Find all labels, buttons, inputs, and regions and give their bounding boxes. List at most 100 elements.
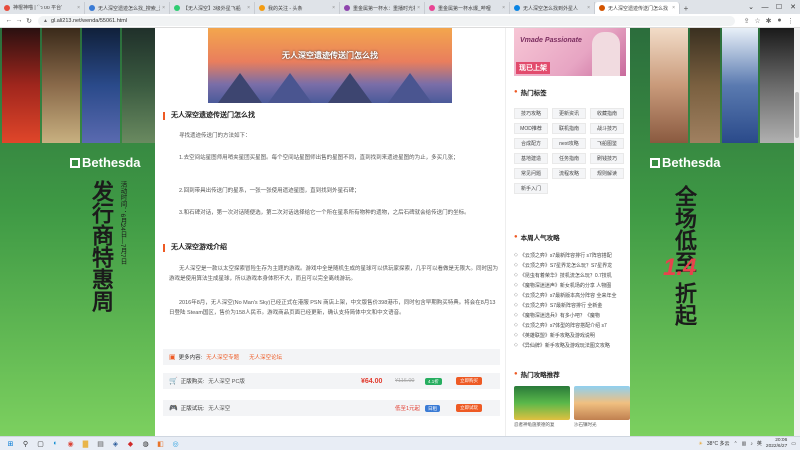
new-tab-button[interactable]: + — [680, 2, 692, 14]
tag-item[interactable]: 刷钱技巧 — [590, 153, 624, 164]
tag-item[interactable]: 规则解读 — [590, 168, 624, 179]
tag-item[interactable]: 收藏指南 — [590, 108, 624, 119]
trial-price: 低至1元起 — [395, 406, 421, 412]
browser-tab-active[interactable]: 无人深空遗迹传送门怎么找 × — [595, 2, 680, 14]
tab-title: 【无人深空】3级外星飞船 — [183, 5, 241, 12]
network-icon[interactable]: ▥ — [742, 441, 747, 447]
sidebar-ad[interactable]: Vmade Passionate 现已上架 — [514, 28, 626, 76]
app-icon[interactable]: ◧ — [154, 438, 167, 450]
browser-tab[interactable]: 无人深空遗迹怎么找_搜索_游戏× — [85, 2, 170, 14]
browser-tab[interactable]: 神棍神喵 | ‘`ว ʊʊ 平台’ × — [0, 2, 85, 14]
recommend-card[interactable]: 忍者神龟施莱德的复 — [514, 386, 570, 428]
hero-image — [690, 28, 720, 143]
list-item[interactable]: ◇ 《魔物深迷选兵》有多小吧？《魔物 — [514, 310, 630, 320]
close-icon[interactable]: × — [247, 5, 250, 11]
weather-text[interactable]: 38°C 多云 — [707, 440, 730, 447]
back-icon[interactable]: ← — [4, 17, 14, 24]
bethesda-logo: Bethesda — [650, 155, 721, 170]
edge-icon[interactable]: ◐ — [49, 438, 62, 450]
tag-item[interactable]: 技巧攻略 — [514, 108, 548, 119]
list-item[interactable]: ◇ 《云顶之弈》s7体型的阵容搭配介绍 s7 — [514, 320, 630, 330]
tag-item[interactable]: 新手入门 — [514, 183, 548, 194]
browser-tab[interactable]: 无人深空怎么找到外星人 × — [510, 2, 595, 14]
tag-item[interactable]: 飞船图鉴 — [590, 138, 624, 149]
bookmark-star-icon[interactable]: ☆ — [752, 17, 763, 25]
close-icon[interactable]: × — [162, 5, 165, 11]
tab-favicon-icon — [429, 5, 435, 11]
recommend-card[interactable]: 沙石镇时光 — [574, 386, 630, 428]
buy-now-button[interactable]: 立即购买 — [456, 377, 482, 385]
tag-item[interactable]: 战斗技巧 — [590, 123, 624, 134]
share-icon[interactable]: ⇪ — [741, 17, 752, 25]
promo-headline: 发行商特惠周 — [88, 180, 114, 312]
app-icon[interactable]: ◎ — [169, 438, 182, 450]
search-icon[interactable]: ⚲ — [19, 438, 32, 450]
section-heading: 无人深空游戏介绍 — [163, 244, 227, 252]
menu-icon[interactable]: ⋮ — [785, 17, 796, 25]
close-icon[interactable]: × — [417, 5, 420, 11]
trial-now-button[interactable]: 立即试玩 — [456, 404, 482, 412]
tag-item[interactable]: 联机指南 — [552, 123, 586, 134]
start-icon[interactable]: ⊞ — [4, 438, 17, 450]
close-icon[interactable]: × — [77, 5, 80, 11]
topic-link[interactable]: 无人深空专题 — [206, 353, 239, 361]
app-icon[interactable]: ◈ — [109, 438, 122, 450]
skin-ad-right[interactable]: Bethesda 全场低至 1.4 折起 — [650, 28, 800, 436]
tag-item[interactable]: 常见问题 — [514, 168, 548, 179]
tag-item[interactable]: 任务指南 — [552, 153, 586, 164]
tag-item[interactable]: 更新资讯 — [552, 108, 586, 119]
clock[interactable]: 20:06 2022/6/27 — [766, 438, 787, 449]
list-item[interactable]: ◇ 《英雄联盟》新手攻略及游戏说明 — [514, 330, 630, 340]
gamepad-icon: 🎮 — [169, 405, 178, 412]
chrome-icon[interactable]: ◉ — [64, 438, 77, 450]
buy-product-name[interactable]: 无人深空 PC版 — [208, 377, 245, 385]
browser-tab[interactable]: 【无人深空】3级外星飞船 × — [170, 2, 255, 14]
skin-ad-left[interactable]: Bethesda 发行商特惠周 活动时间：6月24日—7月7日 — [0, 28, 155, 436]
forum-link[interactable]: 无人深空论坛 — [249, 353, 282, 361]
list-item[interactable]: ◇ 《云顶之弈》s7最新版本高分阵容 全来年全 — [514, 290, 630, 300]
page-scrollbar[interactable] — [794, 28, 800, 436]
app-icon[interactable]: ◆ — [124, 438, 137, 450]
forward-icon[interactable]: → — [14, 17, 24, 24]
list-item[interactable]: ◇ 《昆虫有着荣华》技机流怎么玩？0.7技机 — [514, 270, 630, 280]
scrollbar-thumb[interactable] — [795, 92, 799, 138]
notifications-icon[interactable]: ▭ — [791, 441, 796, 447]
list-item[interactable]: ◇ 《魔物深迷迷声》新女机场的分享 人物图 — [514, 280, 630, 290]
close-icon[interactable]: × — [587, 5, 590, 11]
close-window-icon[interactable]: ✕ — [786, 0, 800, 14]
close-icon[interactable]: × — [332, 5, 335, 11]
tray-up-icon[interactable]: ⌃ — [733, 441, 737, 447]
reload-icon[interactable]: ↻ — [24, 17, 34, 25]
browser-tab[interactable]: 重金属第一杯水：重播时光机 × — [340, 2, 425, 14]
browser-tab[interactable]: 重金属第一杯水爆_哔哩 × — [425, 2, 510, 14]
paragraph: 3.和石碑对话，第一次对话随便选，第二次对话选择给它一个所在星系所有物种的遗物，… — [179, 210, 470, 216]
hero-image — [42, 28, 80, 143]
minimize-icon[interactable]: — — [758, 0, 772, 14]
list-item[interactable]: ◇ 《云顶之弈》S7最新阵容排行 全新金 — [514, 300, 630, 310]
profile-icon[interactable]: ● — [774, 17, 785, 25]
tag-item[interactable]: next攻略 — [552, 138, 586, 149]
task-view-icon[interactable]: ▢ — [34, 438, 47, 450]
folder-icon[interactable]: ▇ — [79, 438, 92, 450]
tab-search-icon[interactable]: ⌄ — [744, 0, 758, 14]
url-field[interactable]: ▲ gl.ali213.net/wenda/55061.html — [38, 15, 735, 26]
banner-mountain — [218, 73, 262, 103]
paragraph: 无人深空是一款以太空探索冒险生存为主题的游戏。游戏中全是随机生成的星球可以供玩家… — [169, 266, 499, 282]
app-icon[interactable]: ▤ — [94, 438, 107, 450]
extensions-icon[interactable]: ✱ — [763, 17, 774, 25]
close-icon[interactable]: × — [672, 5, 675, 11]
tag-item[interactable]: 合成配方 — [514, 138, 548, 149]
volume-icon[interactable]: ♪ — [750, 441, 753, 447]
list-item[interactable]: ◇ 《云顶之弈》s7最新阵容排行 s7阵容搭配 — [514, 250, 630, 260]
ime-indicator[interactable]: 英 — [757, 440, 762, 447]
list-item[interactable]: ◇ 《异仙牌》新手攻略及游戏玩法图文攻略 — [514, 340, 630, 350]
list-item[interactable]: ◇ 《云顶之弈》S7星界龙怎么玩？S7星界龙 — [514, 260, 630, 270]
tag-item[interactable]: MOD推荐 — [514, 123, 548, 134]
trial-product-name[interactable]: 无人深空 — [208, 404, 230, 412]
tag-item[interactable]: 基地建造 — [514, 153, 548, 164]
maximize-icon[interactable]: ☐ — [772, 0, 786, 14]
app-icon[interactable]: ◍ — [139, 438, 152, 450]
tag-item[interactable]: 流程攻略 — [552, 168, 586, 179]
close-icon[interactable]: × — [502, 5, 505, 11]
browser-tab[interactable]: 我的关注 - 头条 × — [255, 2, 340, 14]
